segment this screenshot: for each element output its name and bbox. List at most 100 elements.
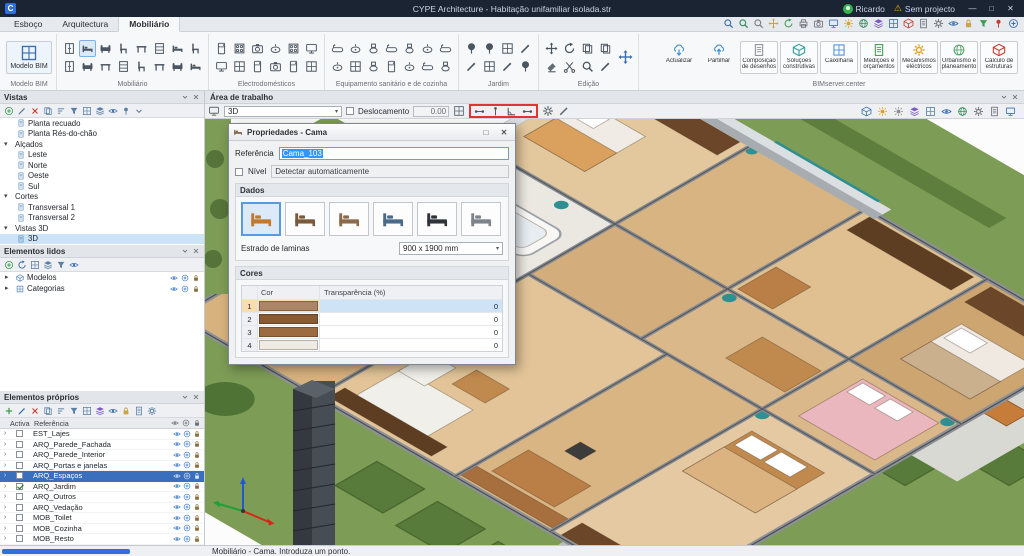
tool-flor-button[interactable]: [517, 40, 534, 57]
dialog-maximize-button[interactable]: □: [479, 126, 493, 138]
visibility-icon[interactable]: [173, 451, 181, 459]
panel-collapse-icon[interactable]: [181, 247, 189, 255]
proprios-tool-ordenar-icon[interactable]: [56, 406, 66, 416]
visibility-icon[interactable]: [173, 430, 181, 438]
tab-mobiliario[interactable]: Mobiliário: [118, 16, 180, 32]
lidos-item-modelos[interactable]: ▸Modelos: [0, 272, 204, 283]
bimserver-urbanismo-e-planeamento-button[interactable]: Urbanismo e planeamento: [940, 41, 978, 74]
activa-checkbox[interactable]: [16, 514, 23, 521]
transparencia-value[interactable]: 0: [320, 326, 502, 338]
panel-close-icon[interactable]: [192, 247, 200, 255]
select-icon[interactable]: [183, 535, 191, 543]
activa-checkbox[interactable]: [16, 441, 23, 448]
cama-tipo-6-button[interactable]: [461, 202, 501, 236]
cor-swatch[interactable]: [259, 301, 318, 311]
vistas-tree-item-oeste[interactable]: Oeste: [0, 171, 204, 182]
row-expander-icon[interactable]: ›: [0, 472, 10, 479]
tool-sofa-chaise-button[interactable]: [79, 58, 96, 75]
sync-icon[interactable]: [181, 274, 189, 282]
vistas-tree-item-alcados[interactable]: ▾Alçados: [0, 139, 204, 150]
views-icon[interactable]: [828, 18, 839, 29]
tool-comoda-button[interactable]: [61, 58, 78, 75]
dialog-title-bar[interactable]: Propriedades - Cama □ ✕: [229, 124, 515, 141]
sombras-icon[interactable]: [893, 106, 904, 117]
tool-aquecedor-button[interactable]: [303, 58, 320, 75]
select-icon[interactable]: [183, 451, 191, 459]
vistas-tool-nova-vista-icon[interactable]: [4, 106, 14, 116]
elemento-row-arq-outros[interactable]: ›ARQ_Outros: [0, 492, 204, 503]
tool-cama-button[interactable]: [79, 40, 96, 57]
lock-icon[interactable]: [193, 503, 201, 511]
lock-icon[interactable]: [193, 524, 201, 532]
cama-tipo-4-button[interactable]: [373, 202, 413, 236]
pin-icon[interactable]: [993, 18, 1004, 29]
activa-checkbox[interactable]: [16, 430, 23, 437]
tool-televisao-button[interactable]: [213, 58, 230, 75]
row-expander-icon[interactable]: ›: [0, 514, 10, 521]
transparencia-value[interactable]: 0: [320, 300, 502, 312]
tool-bide-button[interactable]: [401, 40, 418, 57]
lock-icon[interactable]: [193, 514, 201, 522]
proprios-tool-adicionar-icon[interactable]: [4, 406, 14, 416]
capture-icon[interactable]: [813, 18, 824, 29]
lidos-tool-grelha-icon[interactable]: [30, 260, 40, 270]
snap-interseccao-icon[interactable]: [522, 106, 533, 117]
tab-arquitectura[interactable]: Arquitectura: [52, 17, 118, 31]
modelo-bim-button[interactable]: Modelo BIM: [6, 41, 52, 74]
vistas-tool-visibilidade-icon[interactable]: [108, 106, 118, 116]
proprios-tool-grelha-icon[interactable]: [82, 406, 92, 416]
elemento-row-arq-parede-fachada[interactable]: ›ARQ_Parede_Fachada: [0, 440, 204, 451]
proprios-tool-configurar-icon[interactable]: [147, 406, 157, 416]
tool-toalheiro-button[interactable]: [365, 58, 382, 75]
vistas-tool-ordenar-icon[interactable]: [56, 106, 66, 116]
tool-banheira-button[interactable]: [329, 40, 346, 57]
orbita-icon[interactable]: [957, 106, 968, 117]
zoom-previous-icon[interactable]: [753, 18, 764, 29]
activa-checkbox[interactable]: [16, 535, 23, 542]
tool-acessorios-button[interactable]: [401, 58, 418, 75]
view-mode-icon[interactable]: [208, 105, 220, 117]
lock-icon[interactable]: [193, 430, 201, 438]
select-icon[interactable]: [183, 503, 191, 511]
vistas-tree-item-planta-recuado[interactable]: Planta recuado: [0, 118, 204, 129]
tool-arvore-button[interactable]: [463, 40, 480, 57]
vistas-tree-item-planta-res-do-chao[interactable]: Planta Rés-do-chão: [0, 129, 204, 140]
grid-icon[interactable]: [888, 18, 899, 29]
sol-icon[interactable]: [877, 106, 888, 117]
transparencia-value[interactable]: 0: [320, 313, 502, 325]
document-icon[interactable]: [918, 18, 929, 29]
select-icon[interactable]: [183, 472, 191, 480]
cama-tipo-2-button[interactable]: [285, 202, 325, 236]
visibility-icon[interactable]: [948, 18, 959, 29]
definicoes-icon[interactable]: [973, 106, 984, 117]
tab-esboco[interactable]: Esboço: [4, 17, 52, 31]
tool-arbusto-button[interactable]: [481, 40, 498, 57]
elemento-row-arq-parede-interior[interactable]: ›ARQ_Parede_Interior: [0, 450, 204, 461]
tool-vaso-button[interactable]: [463, 58, 480, 75]
bimserver-caixilharia-button[interactable]: Caixilharia: [820, 41, 858, 74]
cores-row-4[interactable]: 40: [242, 338, 502, 351]
select-icon[interactable]: [183, 514, 191, 522]
tool-cadeira-bracos-button[interactable]: [187, 40, 204, 57]
activa-checkbox[interactable]: [16, 493, 23, 500]
row-expander-icon[interactable]: ›: [0, 535, 10, 542]
lidos-tool-importar-icon[interactable]: [4, 260, 14, 270]
visibility-icon[interactable]: [170, 274, 178, 282]
lock-icon[interactable]: [193, 472, 201, 480]
select-icon[interactable]: [183, 493, 191, 501]
lock-icon[interactable]: [192, 274, 200, 282]
lidos-tool-visibilidade-icon[interactable]: [69, 260, 79, 270]
activa-checkbox[interactable]: [16, 462, 23, 469]
select-icon[interactable]: [183, 461, 191, 469]
tool-lava-loica-button[interactable]: [267, 40, 284, 57]
close-button[interactable]: ✕: [1002, 4, 1019, 13]
tool-espelho-button[interactable]: [347, 58, 364, 75]
tool-poltrona-button[interactable]: [169, 58, 186, 75]
vistas-tool-expandir-icon[interactable]: [134, 106, 144, 116]
snap-settings-icon[interactable]: [542, 105, 554, 117]
tool-caminho-button[interactable]: [499, 58, 516, 75]
lock-icon[interactable]: [193, 493, 201, 501]
deslocar-vista-button[interactable]: [617, 49, 634, 66]
cama-tipo-1-button[interactable]: [241, 202, 281, 236]
visibility-icon[interactable]: [173, 535, 181, 543]
